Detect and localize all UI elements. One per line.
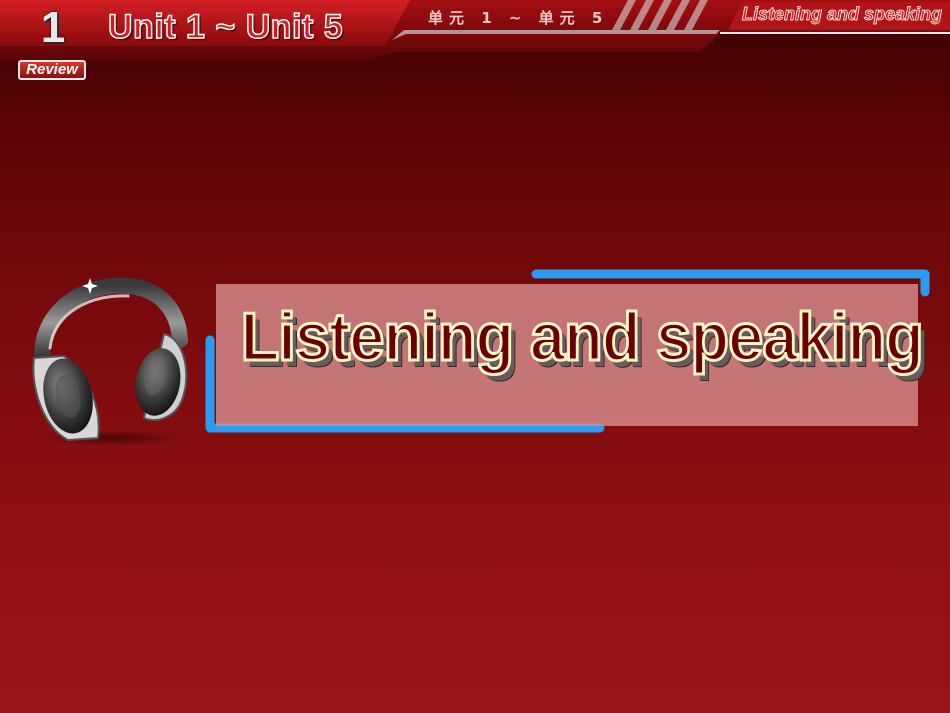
badge-number: 1 <box>40 3 66 52</box>
unit-range-cn: 单元 1 ~ 单元 5 <box>428 9 609 27</box>
badge-label: Review <box>18 60 86 80</box>
unit-range-title: Unit 1 ~ Unit 5 <box>107 7 344 47</box>
section-tag: Listening and speaking <box>742 4 943 25</box>
title-panel: Listening and speaking <box>216 284 925 426</box>
main-title: Listening and speaking <box>239 298 925 377</box>
headphones-icon <box>32 278 188 446</box>
review-badge: 1 Review <box>14 4 90 80</box>
slide-header: 1 Review Unit 1 ~ Unit 5 单元 1 ~ 单元 5 Lis… <box>0 0 950 80</box>
